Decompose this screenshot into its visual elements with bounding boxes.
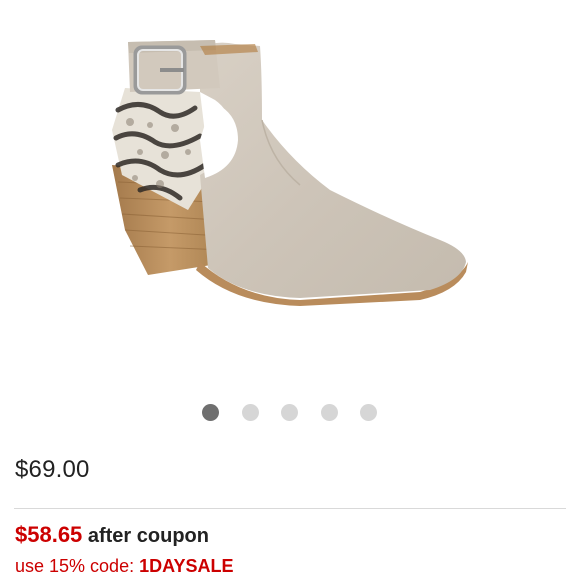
carousel-dot-1[interactable] [202,404,219,421]
coupon-code[interactable]: 1DAYSALE [139,556,233,576]
image-carousel-dots [0,404,580,424]
coupon-price: $58.65 [15,522,83,547]
carousel-dot-4[interactable] [321,404,338,421]
coupon-suffix: after coupon [87,525,209,547]
boot-upper [200,42,466,298]
coupon-price-line: $58.65 after coupon [15,522,209,548]
regular-price: $69.00 [15,456,90,483]
coupon-code-prefix: use 15% code: [15,556,140,576]
coupon-code-line: use 15% code: 1DAYSALE [15,556,233,577]
price-divider [14,508,566,509]
carousel-dot-5[interactable] [360,404,377,421]
carousel-dot-2[interactable] [242,404,259,421]
boot-illustration [112,40,468,306]
product-image[interactable] [0,0,580,395]
carousel-dot-3[interactable] [281,404,298,421]
